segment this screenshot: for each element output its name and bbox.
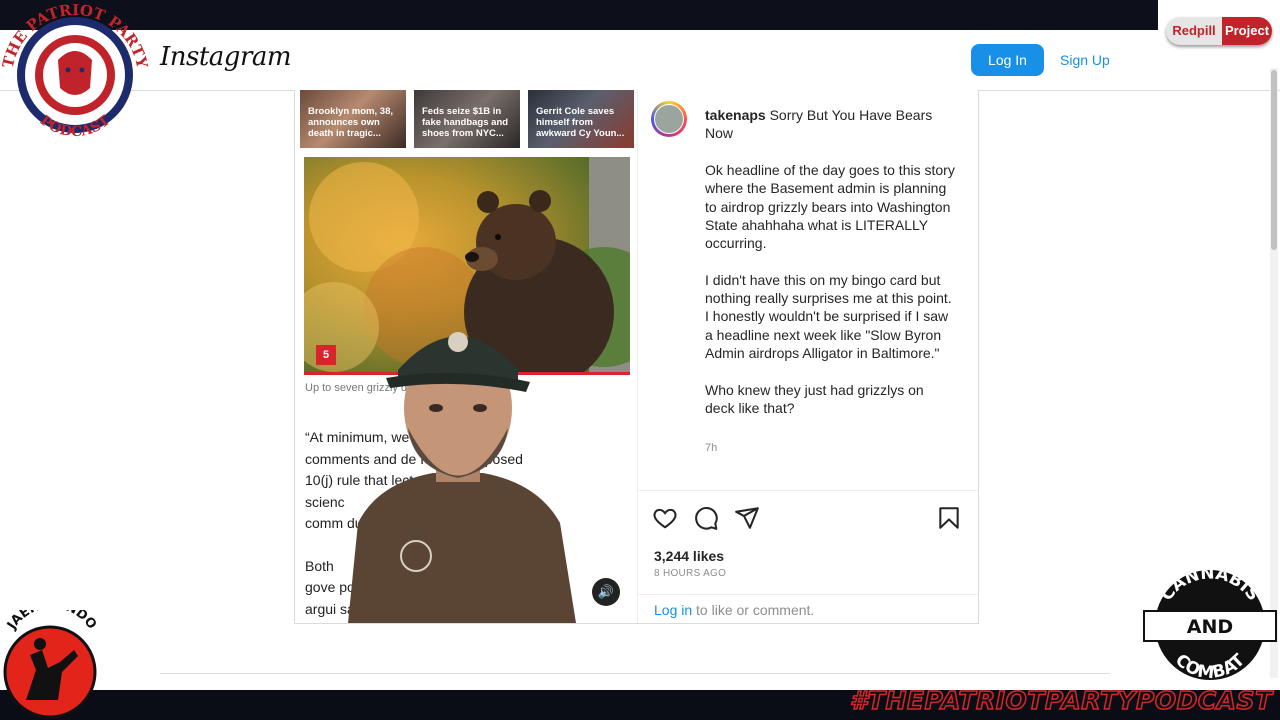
and-text: AND <box>1187 616 1233 638</box>
podcast-hashtag: #THEPATRIOTPARTYPODCAST <box>849 685 1273 716</box>
likes-count[interactable]: 3,244 likes <box>654 548 724 564</box>
comment-prompt: Log in to like or comment. <box>638 594 978 623</box>
project-text: Project <box>1222 17 1272 45</box>
pill-shape: Redpill Project <box>1166 17 1272 45</box>
share-icon[interactable] <box>734 505 760 531</box>
post-author-line: takenaps Sorry But You Have Bears Now <box>705 106 955 142</box>
page-divider <box>160 673 1110 674</box>
thumbnail-headline: Gerrit Cole saves himself from awkward C… <box>536 106 625 139</box>
comment-timestamp: 7h <box>705 442 718 454</box>
comment-icon[interactable] <box>693 505 719 531</box>
comment-prompt-text: Log in to like or comment. <box>654 602 814 618</box>
patriot-party-logo: THE PATRIOT PARTY PODCAST <box>0 0 151 150</box>
slide-badge: 5 <box>316 345 336 365</box>
redpill-project-logo: Redpill Project <box>1158 0 1280 60</box>
profile-avatar[interactable] <box>651 101 687 137</box>
video-top-band <box>0 0 1280 30</box>
avatar-photo <box>654 104 684 134</box>
bookmark-icon[interactable] <box>936 505 962 531</box>
log-in-button[interactable]: Log In <box>971 44 1044 76</box>
thumbnail-headline: Feds seize $1B in fake handbags and shoe… <box>422 106 509 139</box>
post-actions: 3,244 likes 8 HOURS AGO Log in to like o… <box>638 490 978 623</box>
sound-icon[interactable]: 🔊 <box>592 578 620 606</box>
post-age: 8 HOURS AGO <box>654 568 727 579</box>
thumbnail-headline: Brooklyn mom, 38, announces own death in… <box>308 106 393 139</box>
post-sidebar: takenaps Sorry But You Have Bears Now Ok… <box>638 90 978 623</box>
instagram-logo[interactable]: Instagram <box>160 42 292 72</box>
instagram-header: Instagram Log In Sign Up <box>0 30 1280 91</box>
comment-suffix: to like or comment. <box>692 602 815 618</box>
scrollbar-thumb[interactable] <box>1271 70 1277 250</box>
log-in-link[interactable]: Log in <box>654 602 692 618</box>
news-thumbnail[interactable]: Brooklyn mom, 38, announces own death in… <box>300 90 406 148</box>
post-caption: Ok headline of the day goes to this stor… <box>705 162 955 416</box>
jaekwondo-logo: JAEKWONDO <box>0 597 104 720</box>
redpill-text: Redpill <box>1172 23 1216 38</box>
cannabis-and-combat-logo: CANNABIS AND COMBAT <box>1140 563 1280 685</box>
news-thumbnail[interactable]: Feds seize $1B in fake handbags and shoe… <box>414 90 520 148</box>
news-thumbnail[interactable]: Gerrit Cole saves himself from awkward C… <box>528 90 634 148</box>
presenter-overlay <box>338 308 578 623</box>
username-link[interactable]: takenaps <box>705 107 766 123</box>
heart-icon[interactable] <box>652 505 678 531</box>
sign-up-link[interactable]: Sign Up <box>1060 52 1110 68</box>
